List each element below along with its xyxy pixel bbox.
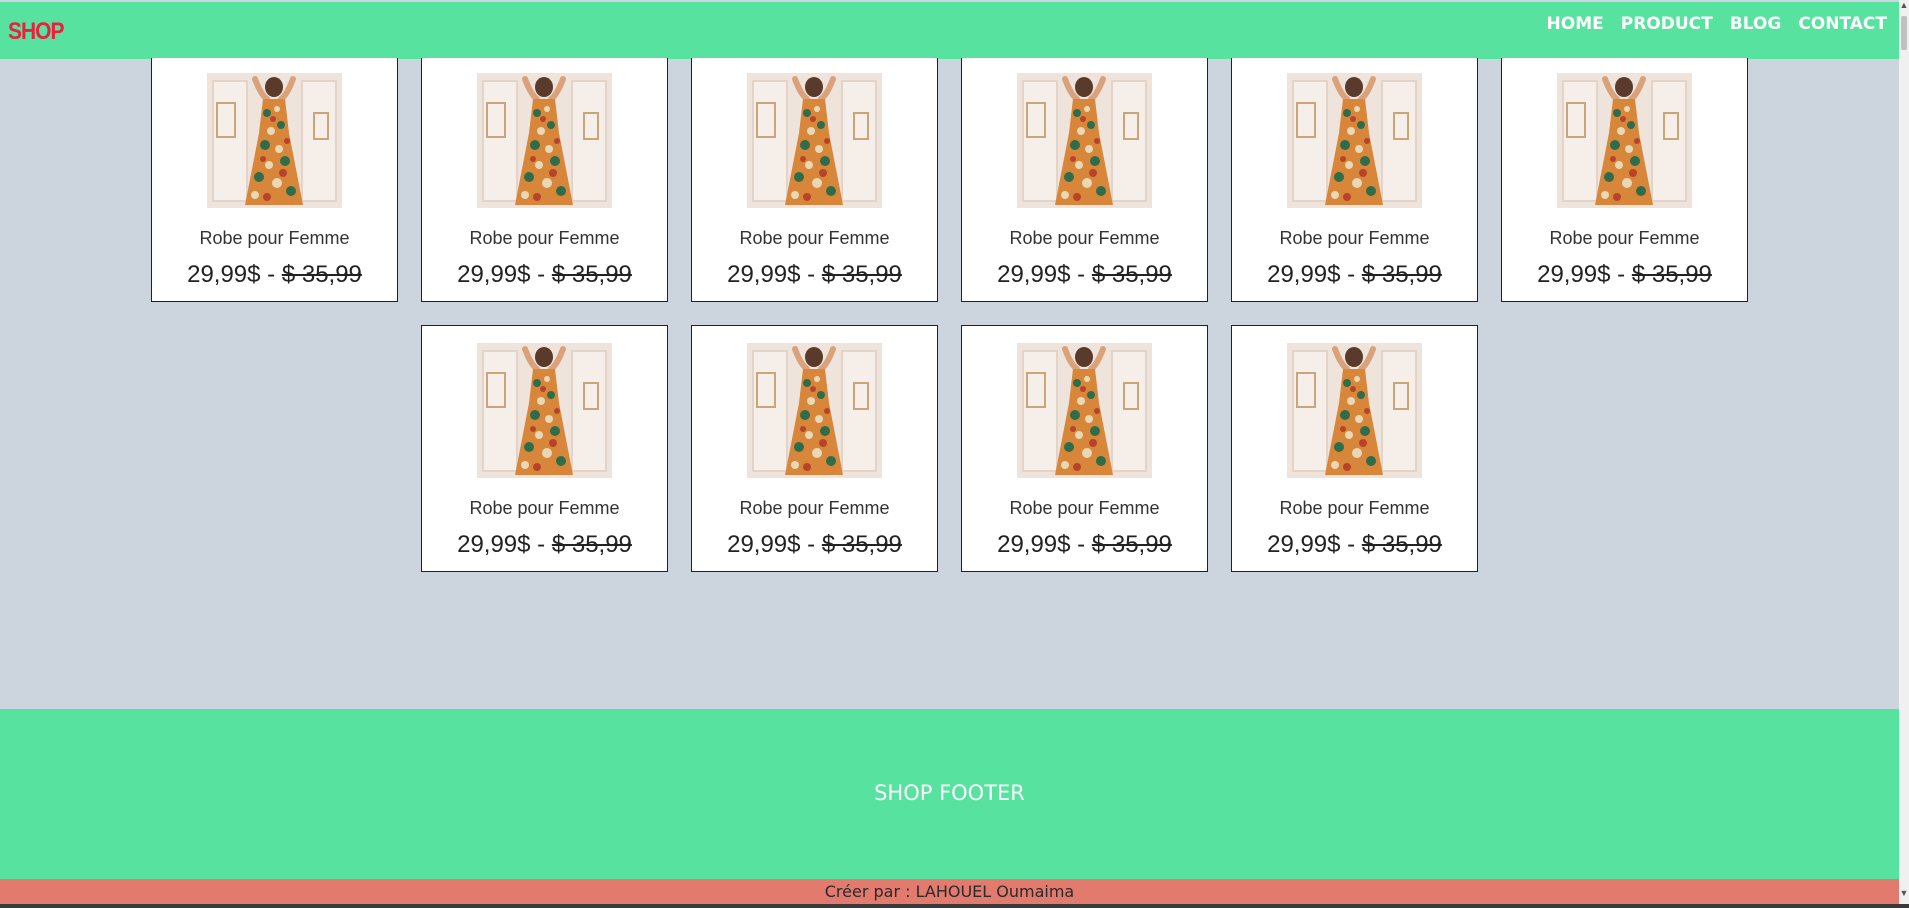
product-price: 29,99$ [727,261,801,288]
scroll-down-arrow-icon[interactable]: ▼ [1899,888,1909,902]
product-name: Robe pour Femme [1549,228,1700,248]
product-image[interactable] [747,343,882,478]
price-separator: - [1340,261,1362,288]
scroll-up-arrow-icon[interactable]: ▲ [1899,0,1909,14]
product-name: Robe pour Femme [469,498,620,518]
product-name: Robe pour Femme [1009,228,1160,248]
price-separator: - [1610,261,1632,288]
page-footer: SHOP FOOTER [0,709,1899,879]
product-price-line: 29,99$ - $ 35,99 [692,261,937,289]
product-old-price: $ 35,99 [1631,261,1712,288]
price-separator: - [1340,531,1362,558]
product-card[interactable]: Robe pour Femme 29,99$ - $ 35,99 [961,325,1208,572]
product-old-price: $ 35,99 [1091,531,1172,558]
product-name: Robe pour Femme [1009,498,1160,518]
credit-bar: Créer par : LAHOUEL Oumaima [0,879,1899,904]
nav-blog-link[interactable]: BLOG [1730,14,1782,34]
product-name: Robe pour Femme [739,498,890,518]
product-old-price: $ 35,99 [551,261,632,288]
product-old-price: $ 35,99 [1361,261,1442,288]
product-price-line: 29,99$ - $ 35,99 [1232,261,1477,289]
product-image[interactable] [1557,73,1692,208]
product-old-price: $ 35,99 [551,531,632,558]
product-price-line: 29,99$ - $ 35,99 [422,261,667,289]
shop-logo[interactable]: SHOP [8,18,65,46]
product-card[interactable]: Robe pour Femme 29,99$ - $ 35,99 [151,58,398,302]
product-price: 29,99$ [457,531,531,558]
product-card[interactable]: Robe pour Femme 29,99$ - $ 35,99 [1231,325,1478,572]
product-image[interactable] [1017,73,1152,208]
product-old-price: $ 35,99 [821,531,902,558]
product-image[interactable] [747,73,882,208]
product-image[interactable] [477,73,612,208]
product-price: 29,99$ [1537,261,1611,288]
product-card[interactable]: Robe pour Femme 29,99$ - $ 35,99 [691,58,938,302]
price-separator: - [1070,531,1092,558]
product-card[interactable]: Robe pour Femme 29,99$ - $ 35,99 [691,325,938,572]
vertical-scrollbar[interactable]: ▲ ▼ [1899,0,1909,904]
product-old-price: $ 35,99 [1091,261,1172,288]
product-price: 29,99$ [1267,531,1341,558]
product-name: Robe pour Femme [739,228,890,248]
product-image[interactable] [1017,343,1152,478]
product-name: Robe pour Femme [1279,498,1430,518]
os-taskbar-edge [0,904,1909,908]
product-price-line: 29,99$ - $ 35,99 [422,531,667,559]
product-price-line: 29,99$ - $ 35,99 [152,261,397,289]
product-name: Robe pour Femme [1279,228,1430,248]
product-price: 29,99$ [997,531,1071,558]
nav-product-link[interactable]: PRODUCT [1621,14,1713,34]
product-name: Robe pour Femme [469,228,620,248]
product-price-line: 29,99$ - $ 35,99 [1232,531,1477,559]
product-price: 29,99$ [187,261,261,288]
product-card[interactable]: Robe pour Femme 29,99$ - $ 35,99 [421,58,668,302]
product-card[interactable]: Robe pour Femme 29,99$ - $ 35,99 [1231,58,1478,302]
price-separator: - [260,261,282,288]
price-separator: - [1070,261,1092,288]
product-price-line: 29,99$ - $ 35,99 [962,261,1207,289]
product-price: 29,99$ [1267,261,1341,288]
product-price: 29,99$ [727,531,801,558]
scroll-thumb[interactable] [1901,16,1907,50]
product-image[interactable] [477,343,612,478]
nav-home-link[interactable]: HOME [1547,14,1604,34]
product-card[interactable]: Robe pour Femme 29,99$ - $ 35,99 [421,325,668,572]
product-card[interactable]: Robe pour Femme 29,99$ - $ 35,99 [961,58,1208,302]
price-separator: - [800,261,822,288]
product-image[interactable] [1287,343,1422,478]
product-old-price: $ 35,99 [821,261,902,288]
main-nav: HOME PRODUCT BLOG CONTACT [1547,14,1887,34]
product-price: 29,99$ [457,261,531,288]
top-navbar: SHOP HOME PRODUCT BLOG CONTACT [0,2,1899,59]
price-separator: - [530,531,552,558]
product-price-line: 29,99$ - $ 35,99 [692,531,937,559]
page-viewport: SHOP HOME PRODUCT BLOG CONTACT Robe pour… [0,0,1899,904]
product-price-line: 29,99$ - $ 35,99 [962,531,1207,559]
product-name: Robe pour Femme [199,228,350,248]
product-price: 29,99$ [997,261,1071,288]
nav-contact-link[interactable]: CONTACT [1798,14,1887,34]
product-old-price: $ 35,99 [1361,531,1442,558]
product-image[interactable] [1287,73,1422,208]
product-old-price: $ 35,99 [281,261,362,288]
product-card[interactable]: Robe pour Femme 29,99$ - $ 35,99 [1501,58,1748,302]
footer-title: SHOP FOOTER [874,781,1025,805]
price-separator: - [530,261,552,288]
product-image[interactable] [207,73,342,208]
price-separator: - [800,531,822,558]
product-price-line: 29,99$ - $ 35,99 [1502,261,1747,289]
